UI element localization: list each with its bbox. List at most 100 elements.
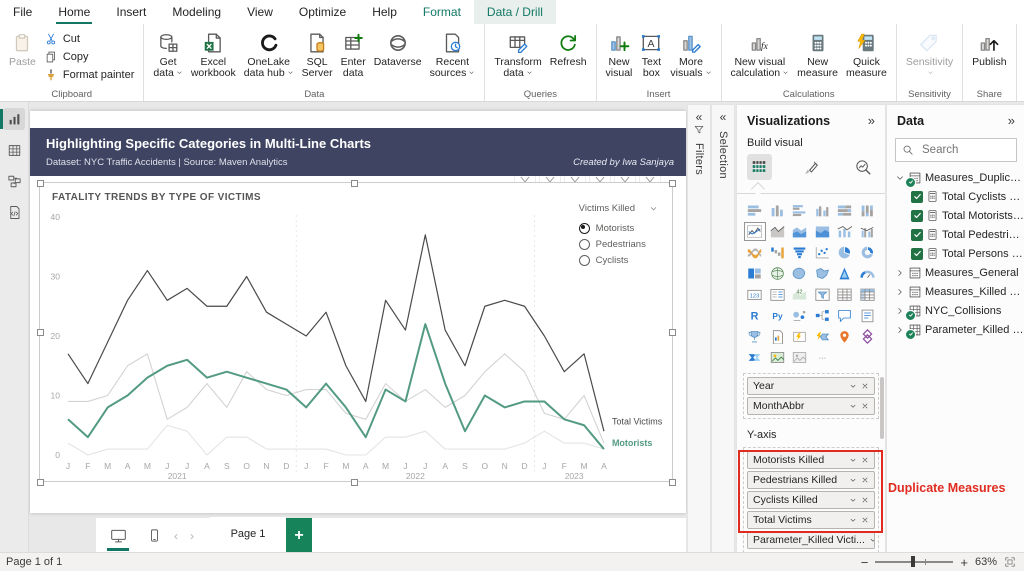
chevron-down-icon[interactable] [849, 402, 857, 410]
visual-type-r-script-visual[interactable]: R [745, 307, 765, 324]
table-view-button[interactable] [3, 139, 25, 161]
chevron-right-icon[interactable] [895, 325, 905, 335]
mode-analytics[interactable] [850, 154, 875, 180]
field-tree-item[interactable]: Total Cyclists Kil... [887, 187, 1024, 206]
tab-modeling[interactable]: Modeling [159, 0, 234, 24]
visual-type-key-influencers[interactable] [790, 307, 810, 324]
page-tab[interactable]: Page 1 [210, 516, 286, 555]
chevron-down-icon[interactable] [649, 204, 658, 213]
new-measure-button[interactable]: New measure [794, 27, 841, 81]
zoom-out-button[interactable]: − [861, 555, 869, 570]
selection-handle[interactable] [351, 479, 358, 486]
field-pill[interactable]: MonthAbbr [747, 397, 875, 415]
visual-type-goals[interactable] [745, 328, 765, 345]
selection-handle[interactable] [37, 479, 44, 486]
mobile-view-button[interactable] [140, 523, 168, 549]
tab-home[interactable]: Home [45, 0, 103, 24]
visual-type-stacked-column-chart[interactable] [768, 202, 788, 219]
visual-type-line-chart[interactable] [744, 222, 766, 241]
checkbox-checked-icon[interactable] [911, 228, 923, 241]
remove-field-icon[interactable] [861, 402, 869, 410]
visual-type-get-more-visuals[interactable]: ··· [813, 349, 833, 366]
visual-type-area-chart[interactable] [768, 223, 788, 240]
mode-format-visual[interactable] [799, 154, 824, 180]
selection-handle[interactable] [669, 479, 676, 486]
sql-server-button[interactable]: SQL Server [299, 27, 336, 81]
field-pill[interactable]: Cyclists Killed [747, 491, 875, 509]
visual-type-kpi[interactable]: 42 [790, 286, 810, 303]
selection-handle[interactable] [37, 329, 44, 336]
visual-type-power-apps[interactable] [790, 328, 810, 345]
remove-field-icon[interactable] [861, 382, 869, 390]
search-input[interactable] [920, 143, 1010, 157]
expand-selection-icon[interactable]: « [720, 110, 727, 124]
tab-insert[interactable]: Insert [103, 0, 159, 24]
slicer-option-cyclists[interactable]: Cyclists [578, 252, 658, 268]
line-chart-visual[interactable]: FATALITY TRENDS BY TYPE OF VICTIMS 0 10 20… [39, 182, 673, 482]
chevron-down-icon[interactable] [869, 536, 874, 544]
visual-type-flow-visual[interactable] [745, 349, 765, 366]
sensitivity-button[interactable]: Sensitivity [903, 27, 956, 81]
field-tree-item[interactable]: NYC_Collisions [887, 301, 1024, 320]
visual-type-pie-chart[interactable] [835, 244, 855, 261]
enter-data-button[interactable]: Enter data [338, 27, 369, 81]
quick-measure-button[interactable]: Quick measure [843, 27, 890, 81]
paste-button[interactable]: Paste [6, 27, 39, 70]
visual-type-100-stacked-area-chart[interactable] [813, 223, 833, 240]
tab-data-drill[interactable]: Data / Drill [473, 0, 556, 24]
copy-button[interactable]: Copy [40, 48, 139, 66]
visual-type-treemap[interactable] [745, 265, 765, 282]
visual-type-clustered-column-chart[interactable] [813, 202, 833, 219]
report-banner[interactable]: Highlighting Specific Categories in Mult… [30, 128, 686, 176]
visual-type-filled-map[interactable] [790, 265, 810, 282]
visual-type-matrix[interactable] [858, 286, 878, 303]
refresh-button[interactable]: Refresh [547, 27, 590, 70]
dax-query-view-button[interactable] [3, 201, 25, 223]
tab-file[interactable]: File [0, 0, 45, 24]
tab-format[interactable]: Format [410, 0, 474, 24]
visual-type-table[interactable] [835, 286, 855, 303]
field-tree-item[interactable]: Total Persons Ki... [887, 244, 1024, 263]
visual-type-paginated-report[interactable] [768, 328, 788, 345]
visual-type-image-visual[interactable] [768, 349, 788, 366]
fit-to-page-icon[interactable] [1004, 556, 1016, 568]
visual-type-python-visual[interactable]: Py [768, 307, 788, 324]
dataverse-button[interactable]: Dataverse [371, 27, 425, 70]
visual-type-donut-chart[interactable] [858, 244, 878, 261]
field-pill[interactable]: Motorists Killed [747, 451, 875, 469]
field-search[interactable] [895, 138, 1017, 162]
field-pill[interactable]: Pedestrians Killed [747, 471, 875, 489]
visual-type-100-stacked-column-chart[interactable] [858, 202, 878, 219]
chevron-down-icon[interactable] [849, 496, 857, 504]
visual-type-100-stacked-bar-chart[interactable] [835, 202, 855, 219]
zoom-slider[interactable] [875, 556, 954, 568]
get-data-button[interactable]: Get data [150, 27, 185, 81]
text-box-button[interactable]: A Text box [637, 27, 665, 81]
cut-button[interactable]: Cut [40, 30, 139, 48]
report-view-button[interactable] [0, 108, 25, 130]
remove-field-icon[interactable] [861, 516, 869, 524]
checkbox-checked-icon[interactable] [911, 209, 923, 222]
visual-type-scatter-chart[interactable] [813, 244, 833, 261]
selection-pane-collapsed[interactable]: « Selection [711, 104, 735, 553]
checkbox-checked-icon[interactable] [911, 190, 923, 203]
model-view-button[interactable] [3, 170, 25, 192]
field-tree-item[interactable]: Total Motorists ... [887, 206, 1024, 225]
collapse-pane-icon[interactable]: » [1008, 113, 1015, 128]
selection-handle[interactable] [351, 180, 358, 187]
desktop-view-button[interactable] [104, 523, 132, 551]
visual-type-gauge[interactable] [858, 265, 878, 282]
visual-type-stacked-bar-chart[interactable] [745, 202, 765, 219]
chevron-down-icon[interactable] [895, 173, 905, 183]
chevron-down-icon[interactable] [849, 456, 857, 464]
zoom-in-button[interactable]: + [960, 555, 968, 570]
chevron-right-icon[interactable] [895, 306, 905, 316]
slicer-option-motorists[interactable]: Motorists [578, 220, 658, 236]
selection-handle[interactable] [669, 329, 676, 336]
remove-field-icon[interactable] [861, 496, 869, 504]
visual-type-funnel-chart[interactable] [790, 244, 810, 261]
chevron-down-icon[interactable] [849, 476, 857, 484]
field-pill[interactable]: Total Victims [747, 511, 875, 529]
tab-optimize[interactable]: Optimize [286, 0, 359, 24]
checkbox-checked-icon[interactable] [911, 247, 923, 260]
